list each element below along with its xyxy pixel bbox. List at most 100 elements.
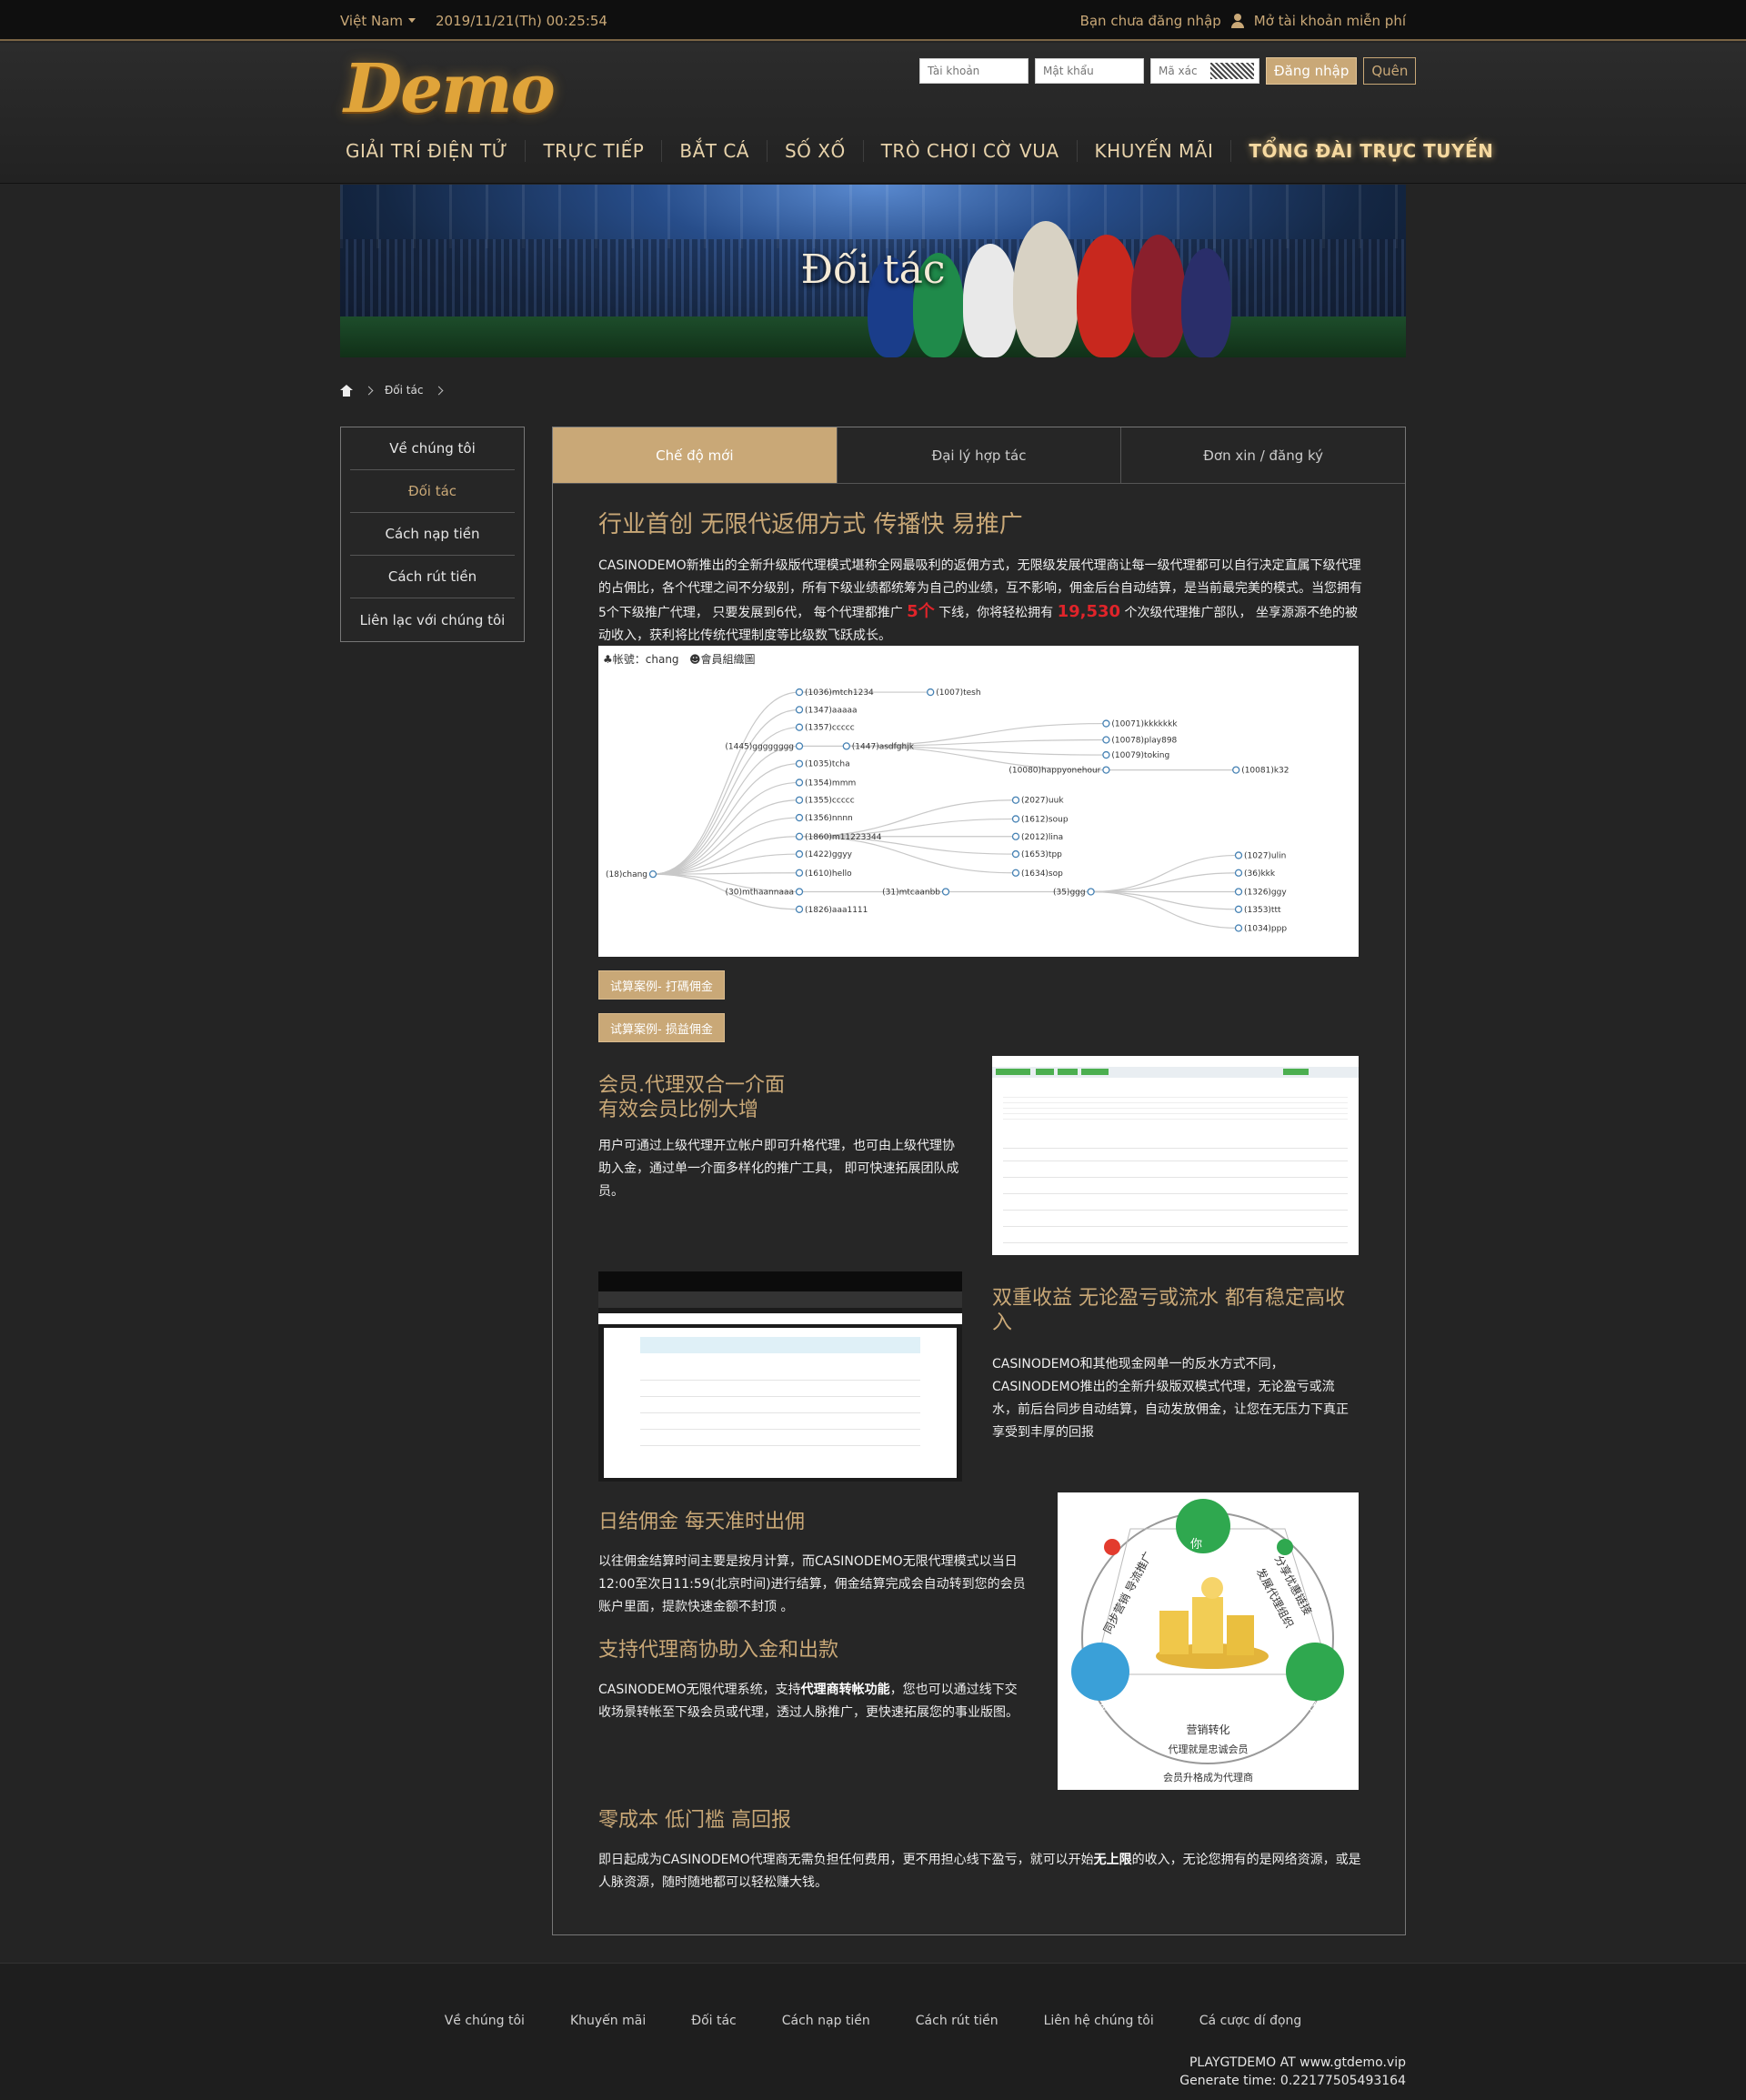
password-input[interactable] [1035, 58, 1144, 84]
footer-link-partners[interactable]: Đối tác [691, 2014, 737, 2028]
nav-lottery[interactable]: SỐ XỐ [766, 140, 863, 162]
tree-node[interactable] [795, 759, 804, 768]
tree-node[interactable] [795, 796, 804, 804]
home-icon[interactable] [340, 384, 353, 397]
account-input[interactable] [919, 58, 1029, 84]
footer: Về chúng tôi Khuyến mãi Đối tác Cách nạp… [0, 1963, 1746, 2100]
footer-link-deposit[interactable]: Cách nạp tiền [782, 2014, 870, 2028]
intro-part2: 下线，你将轻松拥有 [934, 606, 1058, 620]
copyright-text: PLAYGTDEMO AT www.gtdemo.vip [1189, 2055, 1406, 2070]
tree-node[interactable] [795, 869, 804, 877]
nav-promotions[interactable]: KHUYẾN MÃI [1076, 140, 1231, 162]
tree-node-label: (1034)ppp [1244, 925, 1287, 934]
tree-node[interactable] [1234, 869, 1243, 877]
tree-node[interactable] [795, 849, 804, 859]
nav-board-games[interactable]: TRÒ CHƠI CỜ VUA [862, 140, 1077, 162]
tree-node-label: (10071)kkkkkkk [1111, 720, 1178, 729]
tree-node[interactable] [795, 888, 804, 896]
sidebar-item-deposit[interactable]: Cách nạp tiền [350, 513, 515, 556]
tree-node[interactable] [1102, 719, 1110, 728]
sidebar-item-contact[interactable]: Liên lạc với chúng tôi [350, 598, 515, 641]
language-selector[interactable]: Việt Nam [340, 13, 416, 29]
tree-node[interactable] [1234, 905, 1243, 913]
tree-node-label: (1027)ulin [1244, 851, 1286, 860]
header: Demo Đăng nhập Quên GIẢI TRÍ ĐIỆN TỬ TRỰ… [0, 43, 1746, 184]
register-link[interactable]: Mở tài khoản miễn phí [1254, 13, 1406, 29]
nav-fishing[interactable]: BẮT CÁ [661, 140, 767, 162]
calc-example-profit-button[interactable]: 试算案例- 损益佣金 [598, 1013, 725, 1042]
tree-node-label: (31)mtcaanbb [882, 888, 940, 897]
sidebar-item-withdraw[interactable]: Cách rút tiền [350, 556, 515, 598]
footer-link-withdraw[interactable]: Cách rút tiền [916, 2014, 998, 2028]
section-zero-cost: 零成本 低门槛 高回报 即日起成为CASINODEMO代理商无需负担任何费用，更… [598, 1808, 1362, 1894]
tree-node[interactable] [1232, 766, 1240, 774]
tab-application[interactable]: Đơn xin / đăng ký [1120, 427, 1405, 483]
tab-agent-cooperation[interactable]: Đại lý hợp tác [836, 427, 1121, 483]
tree-node[interactable] [795, 688, 804, 697]
diagram-convert: 营销转化 [1186, 1723, 1230, 1736]
diagram-member: 一般会员 [1079, 1701, 1119, 1713]
tree-node[interactable] [1011, 796, 1020, 804]
you-node [1176, 1499, 1230, 1553]
main-nav: GIẢI TRÍ ĐIỆN TỬ TRỰC TIẾP BẮT CÁ SỐ XỐ … [344, 140, 1510, 162]
tree-node-label: (1347)aaaaa [805, 706, 858, 715]
diagram-loyal: 代理就是忠诚会员 [1168, 1743, 1249, 1755]
login-button[interactable]: Đăng nhập [1266, 57, 1358, 85]
intro-highlight-count: 5个 [907, 602, 935, 621]
forgot-button[interactable]: Quên [1363, 57, 1417, 85]
tree-node[interactable] [1234, 924, 1243, 932]
tree-node-label: (18)chang [606, 870, 647, 879]
breadcrumb: Đối tác [340, 384, 444, 397]
sidebar-item-about[interactable]: Về chúng tôi [350, 427, 515, 470]
tree-node[interactable] [1011, 815, 1020, 823]
tab-bar: Chế độ mới Đại lý hợp tác Đơn xin / đăng… [553, 427, 1405, 484]
tree-node[interactable] [1087, 888, 1095, 896]
tree-node[interactable] [795, 742, 804, 750]
member-tree-diagram: ♣帐號：chang ☻會員組織圖 (18)chang (1036)mtch1234… [598, 646, 1359, 957]
tree-node-label: (1354)mmm [805, 779, 856, 788]
section5-text: CASINODEMO无限代理系统，支持代理商转帐功能，您也可以通过线下交收场景转… [598, 1679, 1026, 1724]
captcha-field [1150, 58, 1259, 84]
tree-edge [1090, 890, 1239, 910]
tree-node[interactable] [1011, 832, 1020, 840]
nav-live[interactable]: TRỰC TIẾP [525, 140, 661, 162]
tree-node[interactable] [927, 688, 935, 697]
section6-title: 零成本 低门槛 高回报 [598, 1809, 791, 1832]
tree-edge [652, 691, 800, 875]
calc-example-turnover-button[interactable]: 试算案例- 打碼佣金 [598, 970, 725, 1000]
tree-node[interactable] [1102, 750, 1110, 759]
captcha-image[interactable] [1210, 63, 1254, 79]
diagram-you: 你 [1190, 1538, 1203, 1552]
tree-node[interactable] [1234, 851, 1243, 859]
footer-link-mobile-betting[interactable]: Cá cược dí đọng [1199, 2014, 1302, 2028]
tree-node[interactable] [795, 706, 804, 714]
section3-text: CASINODEMO和其他现金网单一的反水方式不同，CASINODEMO推出的全… [992, 1357, 1349, 1440]
tree-edge [652, 817, 800, 875]
logo[interactable]: Demo [344, 50, 556, 128]
tree-node[interactable] [1234, 888, 1243, 896]
member-center-table [604, 1328, 957, 1478]
footer-link-contact[interactable]: Liên hệ chúng tôi [1044, 2014, 1154, 2028]
tree-node[interactable] [941, 888, 950, 896]
nav-electronic[interactable]: GIẢI TRÍ ĐIỆN TỬ [344, 140, 525, 162]
tree-node[interactable] [1102, 736, 1110, 744]
tree-node[interactable] [795, 779, 804, 787]
tab-new-mode[interactable]: Chế độ mới [553, 427, 837, 483]
tree-node[interactable] [1011, 869, 1020, 877]
footer-link-about[interactable]: Về chúng tôi [445, 2014, 525, 2028]
tree-node[interactable] [795, 832, 804, 840]
content-panel: Chế độ mới Đại lý hợp tác Đơn xin / đăng… [552, 427, 1406, 1935]
sidebar-item-partners[interactable]: Đối tác [350, 470, 515, 513]
nav-support[interactable]: TỔNG ĐÀI TRỰC TUYẾN [1230, 140, 1510, 162]
tree-node[interactable] [795, 723, 804, 731]
tree-node[interactable] [648, 870, 657, 879]
tree-node[interactable] [795, 813, 804, 822]
tree-node[interactable] [1011, 849, 1020, 859]
diagram-upgrade: 会员升格成为代理商 [1163, 1772, 1253, 1783]
tree-node[interactable] [842, 742, 850, 750]
tree-node[interactable] [795, 905, 804, 913]
tree-node-label: (1445)gggggggg [725, 742, 794, 751]
tree-node-label: (1007)tesh [936, 688, 980, 698]
footer-link-promotions[interactable]: Khuyến mãi [570, 2014, 646, 2028]
tree-node[interactable] [1102, 766, 1110, 774]
